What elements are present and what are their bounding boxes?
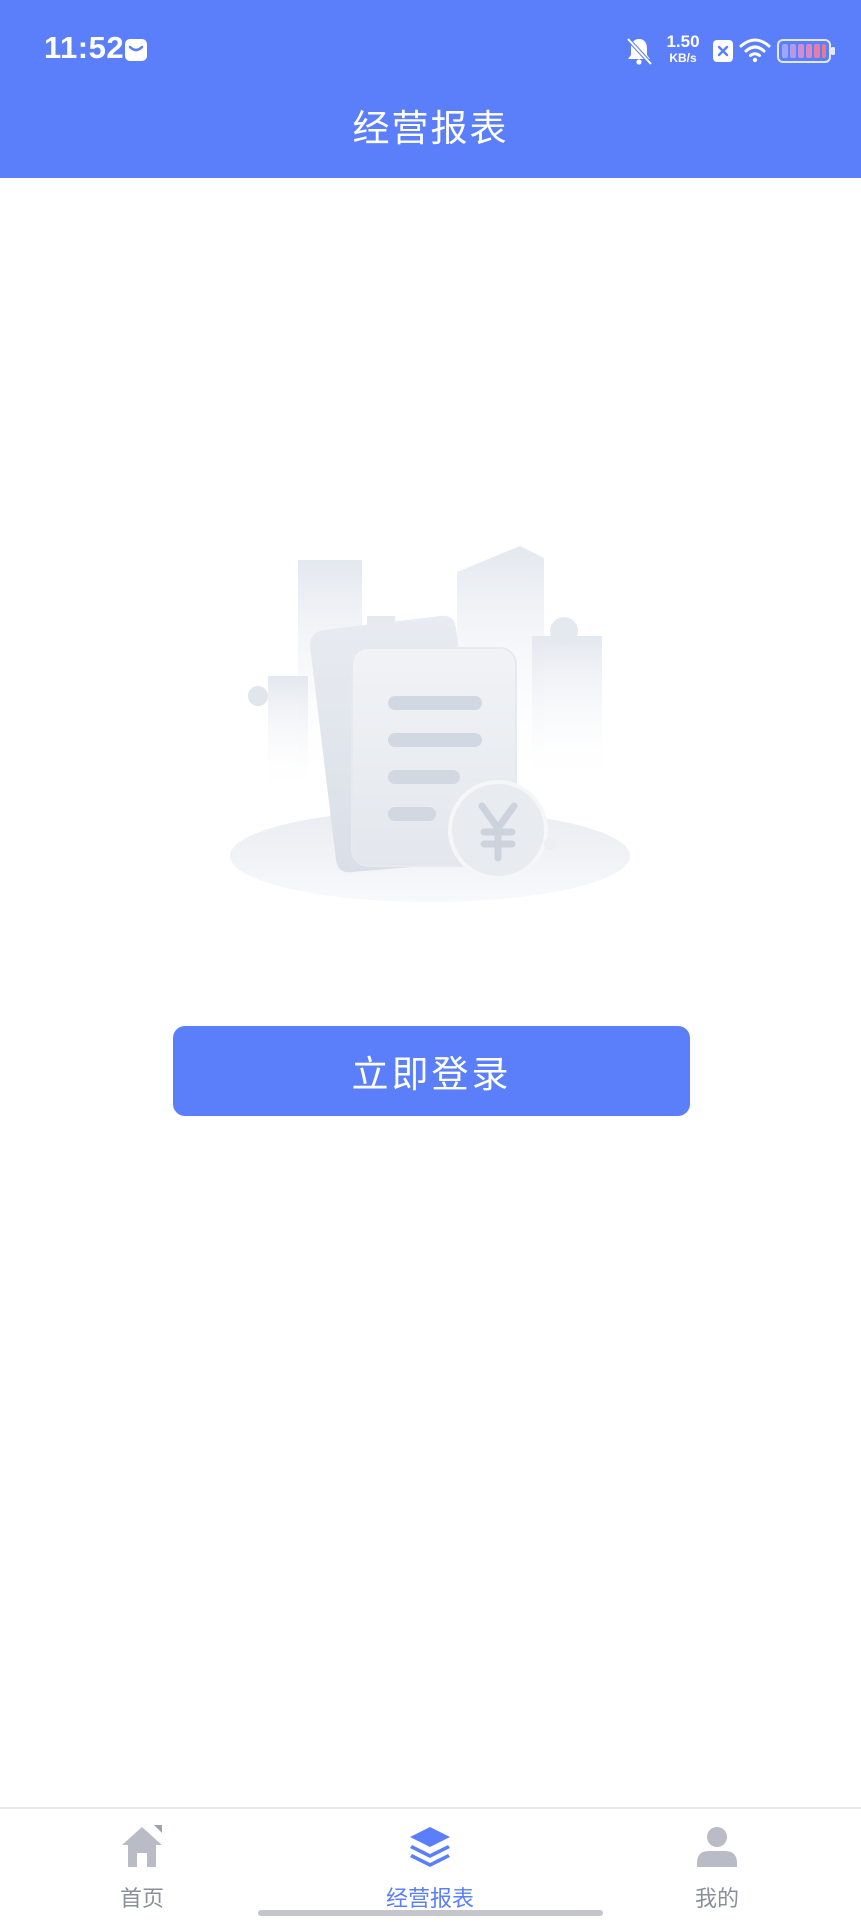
home-icon bbox=[122, 1825, 162, 1867]
network-speed: 1.50 KB/s bbox=[657, 33, 709, 64]
tab-business-report-label: 经营报表 bbox=[385, 1887, 474, 1912]
close-box-icon bbox=[713, 40, 733, 62]
tab-business-report[interactable]: 经营报表 bbox=[330, 1809, 530, 1922]
message-icon bbox=[125, 39, 147, 61]
home-indicator[interactable] bbox=[258, 1910, 603, 1916]
tab-home-label: 首页 bbox=[119, 1887, 164, 1912]
layers-icon bbox=[410, 1827, 450, 1867]
network-speed-unit: KB/s bbox=[669, 51, 697, 65]
app-header: 11:52 1.50 KB/s 经营报表 bbox=[0, 0, 861, 178]
tab-home[interactable]: 首页 bbox=[42, 1809, 242, 1922]
page-title: 经营报表 bbox=[352, 107, 509, 150]
battery-icon bbox=[777, 39, 835, 63]
tab-mine[interactable]: 我的 bbox=[617, 1809, 817, 1922]
bottom-tab-bar: 首页 经营报表 我的 bbox=[0, 1807, 861, 1922]
wifi-icon bbox=[739, 38, 771, 63]
user-icon bbox=[697, 1827, 737, 1867]
network-speed-value: 1.50 bbox=[666, 32, 700, 51]
bell-mute-icon bbox=[626, 37, 653, 66]
status-time: 11:52 bbox=[44, 30, 125, 65]
empty-report-illustration bbox=[230, 546, 630, 902]
tab-mine-label: 我的 bbox=[694, 1887, 739, 1912]
status-icons: 1.50 KB/s bbox=[561, 0, 861, 100]
login-button[interactable]: 立即登录 bbox=[173, 1026, 690, 1116]
status-bar: 11:52 1.50 KB/s bbox=[0, 0, 861, 100]
